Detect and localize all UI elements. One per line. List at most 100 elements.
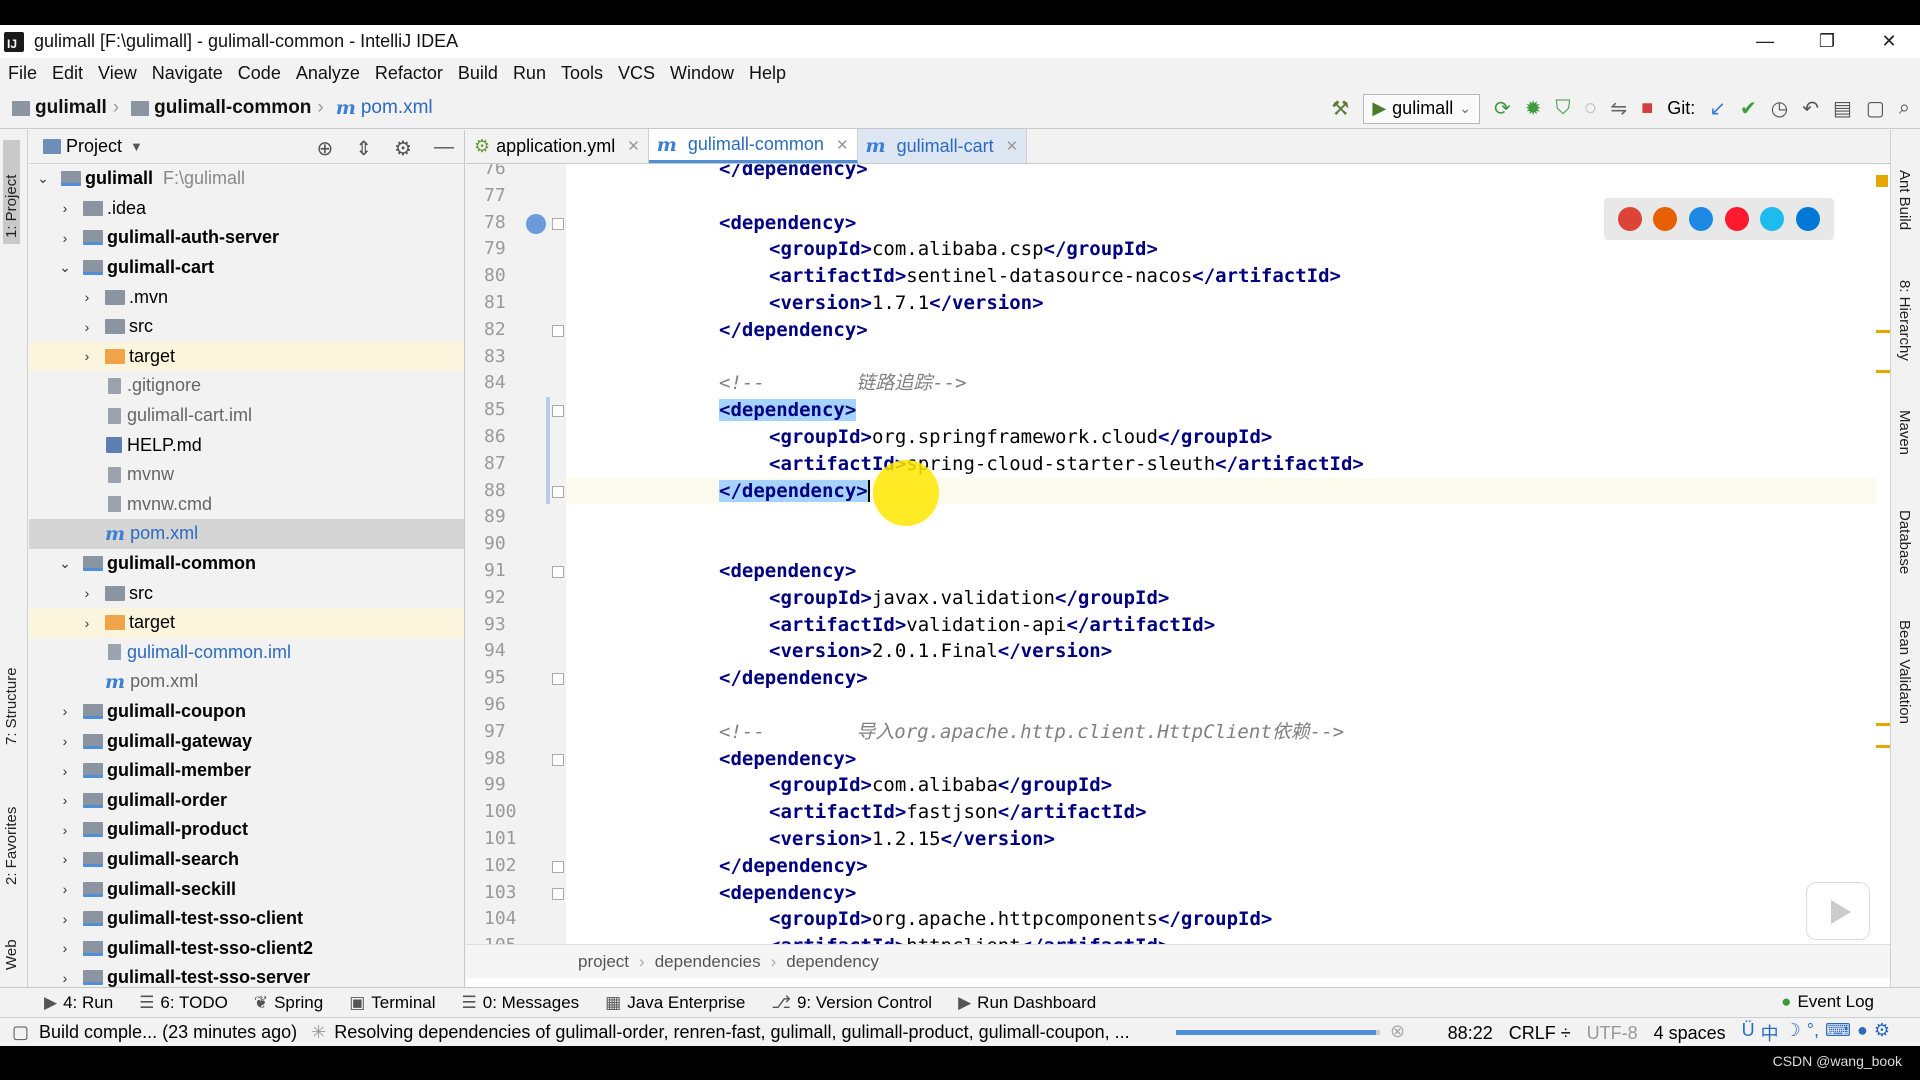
moon-icon[interactable]: ☽ — [1785, 1020, 1801, 1046]
xml-breadcrumb-item[interactable]: dependencies — [655, 952, 761, 972]
code-text[interactable]: </dependency> <dependency> <groupId>com.al… — [566, 164, 1876, 944]
tool-window-button[interactable]: ☰ 0: Messages — [462, 993, 580, 1013]
right-tool-tab[interactable]: Ant Build — [1896, 170, 1913, 230]
build-status-text[interactable]: Build comple... (23 minutes ago) — [39, 1022, 297, 1043]
scroll-marker[interactable] — [1876, 370, 1890, 373]
coverage-icon[interactable]: ⛉ — [1555, 97, 1570, 120]
tree-item[interactable]: HELP.md — [29, 430, 464, 460]
structure-tool-tab[interactable]: 7: Structure — [3, 635, 20, 745]
chevron-right-icon[interactable]: › — [57, 792, 73, 808]
punctuation-icon[interactable]: °, — [1807, 1020, 1819, 1046]
chevron-down-icon[interactable]: ▼ — [130, 139, 143, 154]
chevron-down-icon[interactable]: ⌄ — [57, 555, 73, 572]
video-play-overlay[interactable] — [1806, 882, 1870, 940]
chevron-down-icon[interactable]: ⌄ — [57, 259, 73, 276]
run-config-select[interactable]: ▶ gulimall ⌄ — [1363, 93, 1480, 124]
tree-item[interactable]: › gulimall-order — [29, 785, 464, 815]
chevron-right-icon[interactable]: › — [79, 348, 95, 364]
menu-analyze[interactable]: Analyze — [296, 63, 360, 84]
project-view-select[interactable]: Project — [66, 136, 122, 157]
git-update-icon[interactable]: ↙ — [1709, 96, 1726, 121]
firefox-icon[interactable] — [1653, 207, 1678, 231]
spring-bean-icon[interactable] — [526, 213, 546, 234]
menu-help[interactable]: Help — [749, 63, 786, 84]
right-tool-tab[interactable]: Maven — [1896, 410, 1913, 455]
chevron-right-icon[interactable]: › — [79, 289, 95, 305]
event-log-button[interactable]: ● Event Log — [1781, 992, 1874, 1012]
project-structure-icon[interactable]: ▤ — [1833, 96, 1852, 121]
editor-tab[interactable]: m gulimall-common ✕ — [648, 129, 858, 163]
favorites-tool-tab[interactable]: 2: Favorites — [3, 775, 20, 885]
scroll-marker[interactable] — [1876, 330, 1890, 333]
chevron-right-icon[interactable]: › — [57, 911, 73, 927]
tree-item[interactable]: › gulimall-auth-server — [29, 223, 464, 253]
chevron-right-icon[interactable]: › — [57, 733, 73, 749]
tree-item[interactable]: mvnw — [29, 460, 464, 490]
breadcrumb-module[interactable]: gulimall-common › — [131, 97, 330, 119]
safari-icon[interactable] — [1689, 207, 1714, 231]
right-tool-tab[interactable]: 8: Hierarchy — [1896, 280, 1913, 361]
tool-window-button[interactable]: ▣ Terminal — [349, 993, 435, 1013]
fold-marker-icon[interactable] — [552, 566, 564, 578]
tree-item[interactable]: ⌄ gulimall F:\gulimall — [29, 164, 464, 194]
tree-item[interactable]: › gulimall-gateway — [29, 726, 464, 756]
tree-item[interactable]: › target — [29, 341, 464, 372]
tool-window-button[interactable]: ▦ Java Enterprise — [605, 993, 745, 1013]
tree-item[interactable]: › gulimall-test-sso-client — [29, 904, 464, 934]
presentation-icon[interactable]: ▢ — [1866, 96, 1885, 121]
ie-icon[interactable] — [1760, 207, 1785, 231]
indent-select[interactable]: 4 spaces — [1654, 1023, 1726, 1044]
locate-icon[interactable]: ⊕ — [317, 136, 334, 161]
chevron-right-icon[interactable]: › — [57, 703, 73, 719]
editor-tab[interactable]: m gulimall-cart ✕ — [857, 129, 1028, 163]
tree-item[interactable]: › src — [29, 578, 464, 608]
breadcrumb-file[interactable]: m pom.xml — [336, 97, 433, 119]
chevron-right-icon[interactable]: › — [57, 970, 73, 986]
tree-item[interactable]: mvnw.cmd — [29, 490, 464, 520]
menu-window[interactable]: Window — [670, 63, 734, 84]
tool-window-button[interactable]: ❦ Spring — [254, 993, 323, 1013]
scroll-marker[interactable] — [1876, 723, 1890, 726]
fold-marker-icon[interactable] — [552, 405, 564, 418]
menu-tools[interactable]: Tools — [561, 63, 603, 84]
cancel-progress-icon[interactable]: ⊗ — [1390, 1021, 1405, 1042]
chevron-down-icon[interactable]: ⌄ — [35, 170, 51, 187]
fold-marker-icon[interactable] — [552, 217, 564, 230]
encoding-select[interactable]: UTF-8 — [1587, 1023, 1638, 1044]
tree-item[interactable]: › .idea — [29, 194, 464, 224]
profile-icon[interactable]: ◌ — [1584, 97, 1596, 120]
menu-code[interactable]: Code — [238, 63, 281, 84]
chrome-icon[interactable] — [1617, 207, 1642, 231]
stop-icon[interactable]: ■ — [1641, 97, 1653, 120]
fold-marker-icon[interactable] — [552, 673, 564, 686]
menu-build[interactable]: Build — [458, 63, 498, 84]
tree-item[interactable]: › gulimall-coupon — [29, 697, 464, 727]
right-tool-tab[interactable]: Bean Validation — [1896, 620, 1913, 724]
tool-window-button[interactable]: ☰ 6: TODO — [139, 993, 228, 1013]
tree-item[interactable]: › gulimall-test-sso-server — [29, 963, 464, 987]
menu-vcs[interactable]: VCS — [618, 63, 655, 84]
tree-item[interactable]: m pom.xml — [29, 667, 464, 697]
right-tool-tab[interactable]: Database — [1896, 510, 1913, 574]
chevron-right-icon[interactable]: › — [57, 763, 73, 779]
tool-window-button[interactable]: ⎇ 9: Version Control — [771, 993, 932, 1013]
collapse-all-icon[interactable]: ⇕ — [355, 136, 372, 161]
search-icon[interactable]: ⌕ — [1899, 97, 1910, 120]
xml-breadcrumb-item[interactable]: project — [578, 952, 629, 972]
restore-button[interactable]: ❐ — [1796, 25, 1858, 58]
fold-marker-icon[interactable] — [552, 753, 564, 766]
menu-refactor[interactable]: Refactor — [375, 63, 443, 84]
tree-item[interactable]: m pom.xml — [29, 519, 464, 549]
debug-bug-icon[interactable]: ✹ — [1525, 96, 1542, 121]
fold-marker-icon[interactable] — [552, 887, 564, 900]
breadcrumb-root[interactable]: gulimall › — [12, 97, 125, 119]
close-tab-icon[interactable]: ✕ — [1006, 137, 1019, 155]
tree-item[interactable]: gulimall-cart.iml — [29, 401, 464, 431]
ime-logo-icon[interactable]: Ü — [1742, 1020, 1755, 1046]
tree-item[interactable]: › gulimall-product — [29, 815, 464, 845]
build-hammer-icon[interactable]: ⚒ — [1331, 96, 1349, 121]
fold-marker-icon[interactable] — [552, 485, 564, 498]
close-tab-icon[interactable]: ✕ — [627, 137, 640, 155]
scroll-marker[interactable] — [1876, 745, 1890, 748]
opera-icon[interactable] — [1724, 207, 1749, 231]
